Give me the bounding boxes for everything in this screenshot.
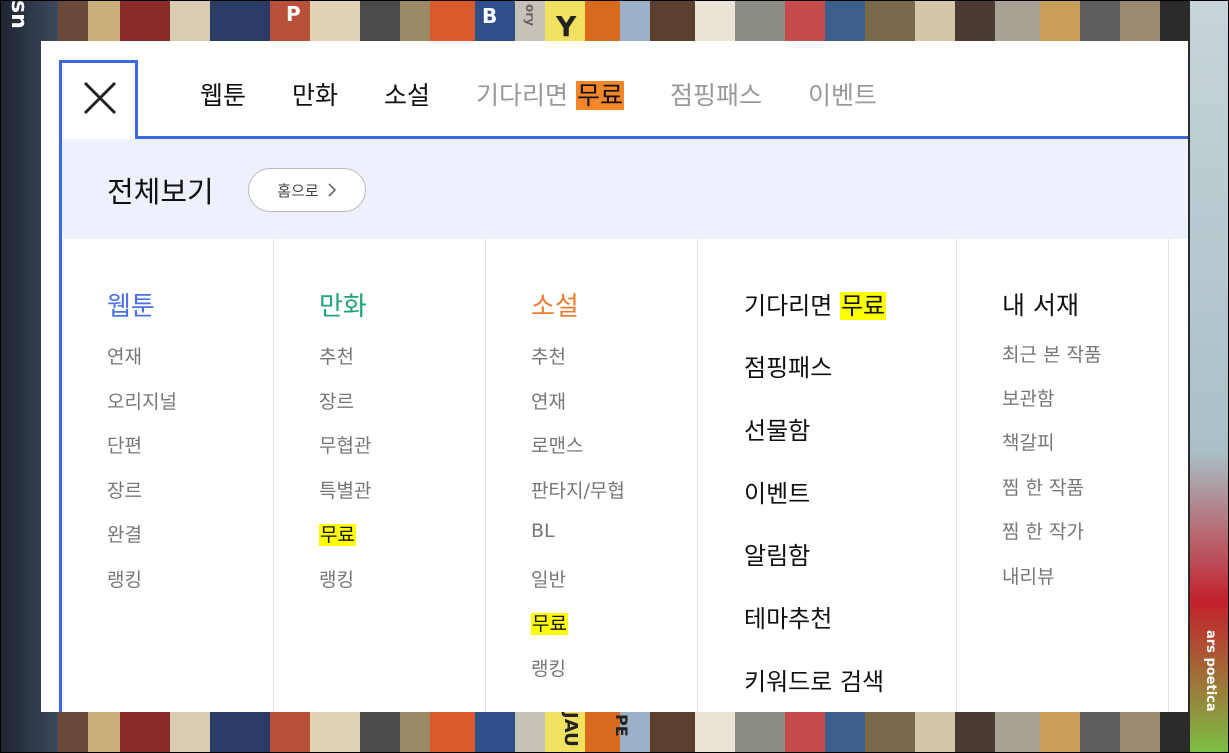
page-title: 전체보기 [107, 175, 214, 209]
menu-item[interactable]: BL [531, 520, 555, 542]
free-highlight: 무료 [531, 613, 568, 635]
menu-item-theme-recommend[interactable]: 테마추천 [744, 599, 832, 634]
menu-item-jumping-pass[interactable]: 점핑패스 [744, 348, 832, 383]
nav-tab-label: 소설 [384, 81, 431, 110]
menu-item[interactable]: 장르 [319, 387, 354, 414]
menu-item[interactable]: 로맨스 [531, 431, 583, 458]
background-spine-text: sn [6, 0, 31, 29]
menu-item[interactable]: 무협관 [319, 431, 371, 458]
menu-item[interactable]: 완결 [107, 520, 142, 547]
header-band: 전체보기 홈으로 [62, 139, 1188, 239]
menu-item-free[interactable]: 무료 [531, 609, 568, 636]
free-badge: 무료 [576, 81, 625, 110]
free-highlight: 무료 [839, 292, 887, 320]
column-title-manga[interactable]: 만화 [319, 286, 367, 323]
menu-item[interactable]: 장르 [107, 476, 142, 503]
column-manga: 만화 추천 장르 무협관 특별관 무료 랭킹 [274, 239, 486, 712]
background-spine-text: Y [556, 10, 577, 43]
menu-item[interactable]: 찜 한 작가 [1002, 517, 1084, 544]
menu-item[interactable]: 특별관 [319, 476, 371, 503]
chevron-right-icon [328, 183, 336, 197]
nav-tab-label: 만화 [292, 81, 339, 110]
nav-tab-novel[interactable]: 소설 [384, 77, 430, 115]
menu-item[interactable]: 찜 한 작품 [1002, 473, 1084, 500]
column-title-novel[interactable]: 소설 [531, 286, 579, 323]
menu-item-notifications[interactable]: 알림함 [744, 536, 810, 571]
menu-item[interactable]: 최근 본 작품 [1002, 340, 1101, 367]
menu-item[interactable]: 판타지/무협 [531, 476, 625, 503]
nav-tabs: 웹툰 만화 소설 기다리면 무료 점핑패스 이벤트 [200, 77, 923, 115]
nav-tab-label: 이벤트 [808, 81, 878, 110]
background-spine-text: ars poetica [1203, 630, 1218, 712]
nav-tab-webtoon[interactable]: 웹툰 [200, 77, 246, 115]
nav-tab-event[interactable]: 이벤트 [808, 77, 877, 115]
menu-item[interactable]: 보관함 [1002, 384, 1054, 411]
menu-item[interactable]: 책갈피 [1002, 428, 1054, 455]
nav-tab-wait-free[interactable]: 기다리면 무료 [476, 77, 625, 115]
column-webtoon: 웹툰 연재 오리지널 단편 장르 완결 랭킹 [62, 239, 274, 712]
nav-tab-label: 점핑패스 [670, 81, 763, 110]
column-novel: 소설 추천 연재 로맨스 판타지/무협 BL 일반 무료 랭킹 [486, 239, 698, 712]
menu-item-keyword-search[interactable]: 키워드로 검색 [744, 662, 884, 697]
background-spine-text: P [286, 2, 301, 26]
menu-item-label: 기다리면 [744, 292, 840, 320]
nav-tab-label: 기다리면 [476, 81, 576, 110]
menu-item[interactable]: 추천 [531, 342, 566, 369]
menu-item[interactable]: 연재 [107, 342, 142, 369]
nav-tab-manga[interactable]: 만화 [292, 77, 338, 115]
menu-item[interactable]: 랭킹 [319, 565, 354, 592]
top-nav: 웹툰 만화 소설 기다리면 무료 점핑패스 이벤트 [41, 41, 1188, 139]
menu-item[interactable]: 오리지널 [107, 387, 177, 414]
menu-item[interactable]: 추천 [319, 342, 354, 369]
menu-item[interactable]: 연재 [531, 387, 566, 414]
nav-tab-jumping-pass[interactable]: 점핑패스 [670, 77, 762, 115]
background-spine-text: PE [612, 714, 631, 737]
menu-item-event[interactable]: 이벤트 [744, 474, 810, 509]
menu-item[interactable]: 랭킹 [107, 565, 142, 592]
menu-item[interactable]: 내리뷰 [1002, 562, 1054, 589]
menu-item[interactable]: 랭킹 [531, 654, 566, 681]
background-spine-text: ory [523, 4, 537, 26]
column-title-webtoon[interactable]: 웹툰 [107, 286, 155, 323]
menu-item-free[interactable]: 무료 [319, 520, 356, 547]
all-menu-panel: 웹툰 만화 소설 기다리면 무료 점핑패스 이벤트 전체보기 홈으로 웹툰 연재… [41, 41, 1188, 712]
menu-item-wait-free[interactable]: 기다리면 무료 [744, 286, 887, 321]
background-spine-text: B [482, 4, 498, 28]
close-button[interactable] [59, 60, 138, 139]
menu-item[interactable]: 일반 [531, 565, 566, 592]
nav-tab-label: 웹툰 [200, 81, 247, 110]
menu-columns: 웹툰 연재 오리지널 단편 장르 완결 랭킹 만화 추천 장르 무협관 특별관 … [62, 239, 1188, 712]
menu-item[interactable]: 단편 [107, 431, 142, 458]
column-my-library: 내 서재 최근 본 작품 보관함 책갈피 찜 한 작품 찜 한 작가 내리뷰 [957, 239, 1169, 712]
home-button-label: 홈으로 [277, 181, 319, 200]
menu-item-gift-box[interactable]: 선물함 [744, 411, 810, 446]
background-spine-text: JAU [560, 712, 581, 747]
column-etc: 기다리면 무료 점핑패스 선물함 이벤트 알림함 테마추천 키워드로 검색 [698, 239, 957, 712]
close-icon [83, 81, 117, 115]
free-highlight: 무료 [319, 524, 356, 546]
column-title-my-library[interactable]: 내 서재 [1002, 286, 1079, 322]
home-button[interactable]: 홈으로 [248, 168, 366, 212]
